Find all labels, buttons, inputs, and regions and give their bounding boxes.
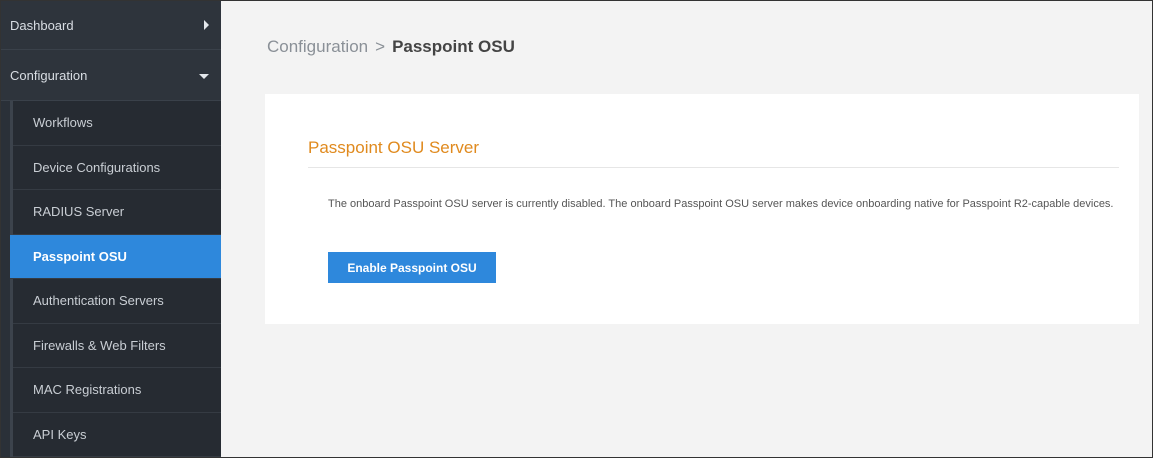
- card-title: Passpoint OSU Server: [308, 138, 480, 157]
- sidebar-item-dashboard[interactable]: Dashboard: [1, 1, 221, 51]
- app-window: Dashboard Configuration Workflows Device…: [0, 0, 1153, 458]
- sidebar-item-label: Firewalls & Web Filters: [33, 337, 166, 353]
- sidebar-item-authentication-servers[interactable]: Authentication Servers: [13, 279, 221, 324]
- enable-passpoint-osu-button[interactable]: Enable Passpoint OSU: [328, 252, 496, 283]
- sidebar: Dashboard Configuration Workflows Device…: [1, 1, 221, 457]
- sidebar-item-mac-registrations[interactable]: MAC Registrations: [13, 368, 221, 413]
- sidebar-item-label: RADIUS Server: [33, 204, 125, 220]
- chevron-right-icon: [204, 20, 209, 31]
- passpoint-osu-card: Passpoint OSU Server The onboard Passpoi…: [265, 94, 1139, 324]
- sidebar-item-radius-server[interactable]: RADIUS Server: [13, 190, 221, 235]
- breadcrumb-parent[interactable]: Configuration: [267, 37, 368, 56]
- page-title: Passpoint OSU: [392, 37, 515, 56]
- breadcrumb-separator: >: [375, 37, 386, 56]
- sidebar-item-label: MAC Registrations: [33, 382, 142, 398]
- configuration-submenu: Workflows Device Configurations RADIUS S…: [10, 101, 221, 457]
- sidebar-item-firewalls-web-filters[interactable]: Firewalls & Web Filters: [13, 324, 221, 368]
- sidebar-item-device-configurations[interactable]: Device Configurations: [13, 146, 221, 190]
- sidebar-item-passpoint-osu[interactable]: Passpoint OSU: [10, 234, 221, 279]
- sidebar-item-label: Dashboard: [10, 17, 74, 33]
- sidebar-item-workflows[interactable]: Workflows: [13, 101, 221, 146]
- main-content: Configuration > Passpoint OSU Passpoint OS…: [221, 1, 1152, 457]
- sidebar-item-label: Passpoint OSU: [33, 248, 127, 264]
- sidebar-item-label: Authentication Servers: [33, 293, 164, 309]
- sidebar-item-configuration[interactable]: Configuration: [1, 50, 221, 101]
- divider: [308, 167, 1119, 168]
- sidebar-item-api-keys[interactable]: API Keys: [13, 413, 221, 457]
- sidebar-item-label: API Keys: [33, 426, 87, 442]
- chevron-down-icon: [199, 74, 209, 80]
- sidebar-item-label: Configuration: [10, 67, 88, 83]
- breadcrumb: Configuration > Passpoint OSU: [267, 37, 515, 57]
- card-description: The onboard Passpoint OSU server is curr…: [328, 198, 1114, 210]
- sidebar-item-label: Workflows: [33, 115, 93, 131]
- sidebar-item-label: Device Configurations: [33, 159, 161, 175]
